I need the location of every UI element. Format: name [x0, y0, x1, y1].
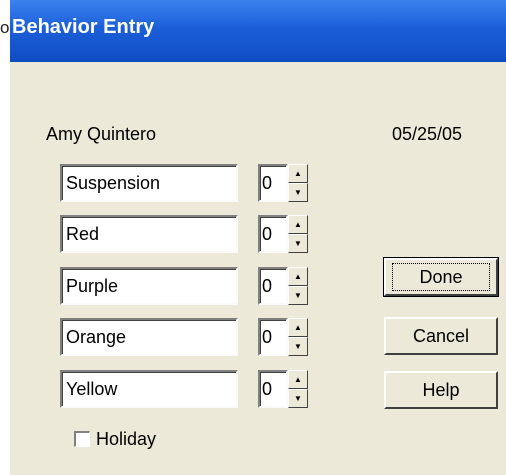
spin-down-icon[interactable]: ▼: [288, 234, 308, 253]
spin-up-icon[interactable]: ▲: [288, 267, 308, 286]
behavior-count-yellow[interactable]: 0: [258, 370, 288, 408]
behavior-count-purple[interactable]: 0: [258, 267, 288, 305]
holiday-label[interactable]: Holiday: [96, 429, 156, 450]
window-title: Behavior Entry: [12, 16, 155, 38]
behavior-spinner-yellow[interactable]: ▲ ▼: [288, 370, 308, 408]
behavior-count-red[interactable]: 0: [258, 215, 288, 253]
behavior-count-orange[interactable]: 0: [258, 318, 288, 356]
title-bar[interactable]: Behavior Entry: [10, 0, 506, 62]
behavior-count-suspension[interactable]: 0: [258, 164, 288, 202]
behavior-field-purple[interactable]: Purple: [60, 267, 238, 305]
behavior-field-orange[interactable]: Orange: [60, 318, 238, 356]
behavior-spinner-purple[interactable]: ▲ ▼: [288, 267, 308, 305]
spin-down-icon[interactable]: ▼: [288, 286, 308, 305]
cancel-button[interactable]: Cancel: [384, 317, 498, 355]
spin-down-icon[interactable]: ▼: [288, 389, 308, 408]
holiday-checkbox[interactable]: [74, 431, 90, 447]
spin-up-icon[interactable]: ▲: [288, 215, 308, 234]
spin-up-icon[interactable]: ▲: [288, 318, 308, 337]
behavior-field-yellow[interactable]: Yellow: [60, 370, 238, 408]
entry-date: 05/25/05: [392, 124, 463, 144]
spin-up-icon[interactable]: ▲: [288, 164, 308, 183]
help-button[interactable]: Help: [384, 371, 498, 409]
behavior-spinner-red[interactable]: ▲ ▼: [288, 215, 308, 253]
clipped-title-text: o: [0, 18, 10, 37]
behavior-field-red[interactable]: Red: [60, 215, 238, 253]
behavior-field-suspension[interactable]: Suspension: [60, 164, 238, 202]
behavior-spinner-orange[interactable]: ▲ ▼: [288, 318, 308, 356]
spin-up-icon[interactable]: ▲: [288, 370, 308, 389]
behavior-entry-dialog: Behavior Entry Amy Quintero 05/25/05 Sus…: [10, 0, 506, 475]
behavior-spinner-suspension[interactable]: ▲ ▼: [288, 164, 308, 202]
done-button[interactable]: Done: [383, 257, 499, 297]
spin-down-icon[interactable]: ▼: [288, 337, 308, 356]
student-name: Amy Quintero: [46, 124, 157, 144]
done-button-label: Done: [392, 263, 490, 291]
spin-down-icon[interactable]: ▼: [288, 183, 308, 202]
